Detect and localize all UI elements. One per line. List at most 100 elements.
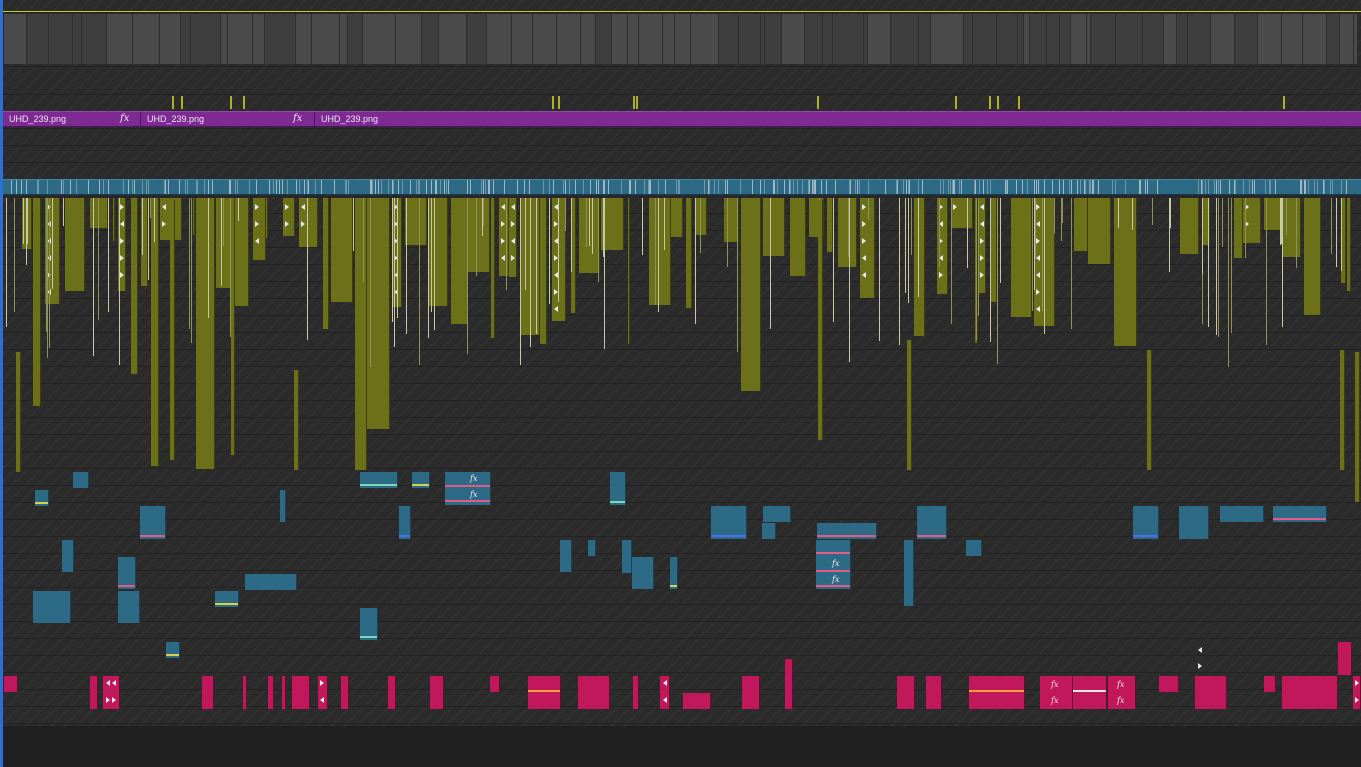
video-clip[interactable]: fx fx bbox=[816, 540, 851, 589]
video-edit-line[interactable] bbox=[908, 198, 909, 303]
audio-edit-line[interactable] bbox=[1308, 180, 1309, 194]
audio-edit-line[interactable] bbox=[952, 180, 953, 194]
video-clip[interactable] bbox=[763, 506, 791, 522]
video-clip[interactable] bbox=[439, 14, 467, 64]
video-clip[interactable] bbox=[663, 14, 675, 64]
video-clip[interactable] bbox=[805, 14, 823, 64]
audio-edit-line[interactable] bbox=[1036, 180, 1037, 194]
audio-edit-line[interactable] bbox=[142, 180, 143, 194]
magenta-clip[interactable] bbox=[282, 676, 286, 709]
audio-edit-line[interactable] bbox=[108, 180, 109, 194]
clip-marker[interactable] bbox=[181, 96, 183, 109]
audio-edit-line[interactable] bbox=[481, 180, 482, 194]
video-clip[interactable] bbox=[1164, 14, 1177, 64]
audio-edit-line[interactable] bbox=[569, 180, 570, 194]
magenta-clip[interactable] bbox=[528, 676, 561, 709]
video-edit-line[interactable] bbox=[307, 198, 308, 340]
bowtie-transition-icon[interactable] bbox=[162, 221, 166, 227]
audio-edit-line[interactable] bbox=[1034, 180, 1035, 194]
audio-edit-line[interactable] bbox=[943, 180, 944, 194]
video-edit-line[interactable] bbox=[530, 198, 531, 347]
video-edit-line[interactable] bbox=[520, 198, 521, 365]
video-clip[interactable] bbox=[686, 198, 692, 308]
audio-edit-line[interactable] bbox=[1304, 180, 1305, 194]
video-clip[interactable] bbox=[907, 340, 912, 470]
magenta-clip[interactable] bbox=[969, 676, 1025, 709]
video-edit-line[interactable] bbox=[49, 198, 50, 348]
audio-edit-line[interactable] bbox=[1157, 180, 1158, 194]
audio-edit-line[interactable] bbox=[797, 180, 798, 194]
audio-edit-line[interactable] bbox=[543, 180, 544, 194]
magenta-clip[interactable]: fx fx bbox=[1040, 676, 1073, 709]
audio-edit-line[interactable] bbox=[123, 180, 124, 194]
audio-edit-line[interactable] bbox=[212, 180, 213, 194]
audio-edit-line[interactable] bbox=[1139, 180, 1140, 194]
audio-edit-line[interactable] bbox=[583, 180, 584, 194]
bowtie-transition-icon[interactable] bbox=[106, 680, 110, 686]
bowtie-transition-icon[interactable] bbox=[511, 221, 515, 227]
bowtie-transition-icon[interactable] bbox=[862, 238, 866, 244]
video-edit-line[interactable] bbox=[221, 198, 222, 286]
video-clip[interactable] bbox=[711, 506, 747, 539]
video-clip[interactable] bbox=[468, 198, 490, 272]
audio-edit-line[interactable] bbox=[230, 180, 231, 194]
video-edit-line[interactable] bbox=[868, 198, 869, 220]
audio-edit-line[interactable] bbox=[983, 180, 984, 194]
video-clip[interactable] bbox=[891, 14, 919, 64]
video-edit-line[interactable] bbox=[431, 198, 432, 312]
audio-edit-line[interactable] bbox=[307, 180, 308, 194]
audio-edit-line[interactable] bbox=[436, 180, 437, 194]
video-clip[interactable] bbox=[160, 14, 181, 64]
audio-edit-line[interactable] bbox=[348, 180, 349, 194]
audio-edit-line[interactable] bbox=[961, 180, 962, 194]
clip-marker[interactable] bbox=[633, 96, 635, 109]
video-clip[interactable] bbox=[540, 198, 547, 344]
audio-edit-line[interactable] bbox=[1007, 180, 1008, 194]
video-edit-line[interactable] bbox=[98, 198, 99, 320]
video-clip[interactable] bbox=[1355, 352, 1360, 502]
bowtie-transition-icon[interactable] bbox=[1355, 697, 1359, 703]
video-edit-line[interactable] bbox=[849, 198, 850, 362]
audio-edit-line[interactable] bbox=[1059, 180, 1060, 194]
audio-edit-line[interactable] bbox=[835, 180, 836, 194]
audio-edit-line[interactable] bbox=[11, 180, 12, 194]
bowtie-transition-icon[interactable] bbox=[162, 204, 166, 210]
graphic-track-purple[interactable]: UHD_239.png fx UHD_239.png fx UHD_239.pn… bbox=[3, 111, 1361, 127]
video-clip[interactable] bbox=[818, 200, 823, 440]
video-clip[interactable]: fx fx bbox=[445, 472, 491, 505]
video-clip[interactable] bbox=[33, 591, 71, 623]
video-edit-line[interactable] bbox=[1202, 198, 1203, 274]
video-edit-line[interactable] bbox=[1282, 198, 1283, 327]
fx-icon[interactable]: fx bbox=[293, 112, 302, 125]
video-edit-line[interactable] bbox=[700, 198, 701, 253]
video-edit-line[interactable] bbox=[394, 198, 395, 347]
audio-edit-line[interactable] bbox=[256, 180, 257, 194]
video-clip[interactable] bbox=[868, 14, 891, 64]
video-edit-line[interactable] bbox=[1331, 198, 1332, 254]
video-edit-line[interactable] bbox=[483, 198, 484, 226]
audio-edit-line[interactable] bbox=[410, 180, 411, 194]
video-edit-line[interactable] bbox=[833, 198, 834, 322]
audio-edit-line[interactable] bbox=[431, 180, 432, 194]
video-clip[interactable] bbox=[691, 14, 719, 64]
audio-edit-line[interactable] bbox=[1077, 180, 1078, 194]
bowtie-transition-icon[interactable] bbox=[1036, 221, 1040, 227]
audio-edit-line[interactable] bbox=[658, 180, 659, 194]
bowtie-transition-icon[interactable] bbox=[862, 272, 866, 278]
video-edit-line[interactable] bbox=[238, 198, 239, 221]
audio-edit-line[interactable] bbox=[897, 180, 898, 194]
video-edit-line[interactable] bbox=[208, 198, 209, 318]
audio-edit-line[interactable] bbox=[1027, 180, 1028, 194]
video-edit-line[interactable] bbox=[142, 198, 143, 255]
audio-edit-line[interactable] bbox=[1235, 180, 1236, 194]
audio-edit-line[interactable] bbox=[148, 180, 149, 194]
audio-edit-line[interactable] bbox=[1089, 180, 1090, 194]
video-edit-line[interactable] bbox=[154, 198, 155, 242]
bowtie-transition-icon[interactable] bbox=[862, 255, 866, 261]
video-clip[interactable] bbox=[951, 198, 973, 228]
audio-edit-line[interactable] bbox=[644, 180, 645, 194]
video-edit-line[interactable] bbox=[592, 198, 593, 254]
audio-edit-line[interactable] bbox=[103, 180, 104, 194]
video-clip[interactable] bbox=[973, 14, 997, 64]
graphic-clip[interactable]: UHD_239.png fx bbox=[3, 112, 141, 126]
